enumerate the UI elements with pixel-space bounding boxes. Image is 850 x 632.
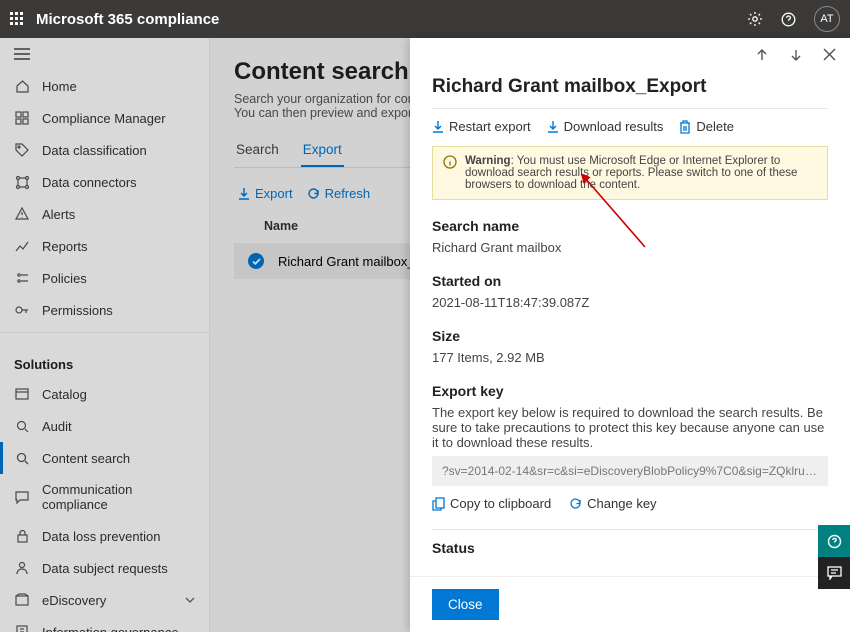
download-icon xyxy=(432,120,444,133)
sidebar-item-dlp[interactable]: Data loss prevention xyxy=(0,520,209,552)
chevron-down-icon xyxy=(185,597,195,603)
catalog-icon xyxy=(14,386,30,402)
export-button[interactable]: Export xyxy=(238,186,293,201)
status-label: Status xyxy=(432,540,828,556)
sidebar-item-home[interactable]: Home xyxy=(0,70,209,102)
change-key-button[interactable]: Change key xyxy=(569,496,656,511)
chat-icon xyxy=(14,489,30,505)
delete-button[interactable]: Delete xyxy=(679,119,734,134)
download-results-button[interactable]: Download results xyxy=(547,119,664,134)
panel-down-icon[interactable] xyxy=(789,48,803,62)
help-bubble-button[interactable] xyxy=(818,525,850,557)
restart-export-button[interactable]: Restart export xyxy=(432,119,531,134)
alert-icon xyxy=(14,206,30,222)
details-panel: Richard Grant mailbox_Export Restart exp… xyxy=(410,38,850,632)
audit-icon xyxy=(14,418,30,434)
download-icon xyxy=(547,120,559,133)
sidebar-item-audit[interactable]: Audit xyxy=(0,410,209,442)
home-icon xyxy=(14,78,30,94)
connector-icon xyxy=(14,174,30,190)
tag-icon xyxy=(14,142,30,158)
sidebar-item-infogov[interactable]: Information governance xyxy=(0,616,209,632)
copy-icon xyxy=(432,497,445,511)
sidebar-item-compliance[interactable]: Compliance Manager xyxy=(0,102,209,134)
warning-banner: Warning: You must use Microsoft Edge or … xyxy=(432,146,828,200)
sidebar-item-label: Data loss prevention xyxy=(42,529,161,544)
copy-clipboard-button[interactable]: Copy to clipboard xyxy=(432,496,551,511)
sidebar-item-label: Data connectors xyxy=(42,175,137,190)
panel-up-icon[interactable] xyxy=(755,48,769,62)
reports-icon xyxy=(14,238,30,254)
tab-export[interactable]: Export xyxy=(301,134,344,167)
app-launcher-icon[interactable] xyxy=(10,12,24,26)
sidebar-item-dataclass[interactable]: Data classification xyxy=(0,134,209,166)
sidebar-item-label: Content search xyxy=(42,451,130,466)
help-icon[interactable] xyxy=(781,12,796,27)
info-icon xyxy=(443,155,457,191)
export-label: Export xyxy=(255,186,293,201)
permissions-icon xyxy=(14,302,30,318)
sidebar-item-label: Reports xyxy=(42,239,88,254)
sidebar-item-label: Audit xyxy=(42,419,72,434)
sidebar-item-commcompliance[interactable]: Communication compliance xyxy=(0,474,209,520)
refresh-icon xyxy=(569,497,582,510)
avatar[interactable]: AT xyxy=(814,6,840,32)
sidebar-item-label: Communication compliance xyxy=(42,482,195,512)
sidebar-item-label: Data subject requests xyxy=(42,561,168,576)
sidebar-item-label: Permissions xyxy=(42,303,113,318)
brand-title: Microsoft 365 compliance xyxy=(36,11,219,28)
refresh-button[interactable]: Refresh xyxy=(307,186,371,201)
warning-label: Warning xyxy=(465,155,511,167)
sidebar-item-label: Catalog xyxy=(42,387,87,402)
gear-icon[interactable] xyxy=(747,11,763,27)
sidebar-item-alerts[interactable]: Alerts xyxy=(0,198,209,230)
tab-search[interactable]: Search xyxy=(234,134,281,167)
sidebar-item-label: Information governance xyxy=(42,625,179,632)
lock-icon xyxy=(14,528,30,544)
policies-icon xyxy=(14,270,30,286)
top-bar: Microsoft 365 compliance AT xyxy=(0,0,850,38)
export-key-value[interactable]: ?sv=2014-02-14&sr=c&si=eDiscoveryBlobPol… xyxy=(432,456,828,486)
search-icon xyxy=(14,450,30,466)
sidebar-item-label: Policies xyxy=(42,271,87,286)
warning-text: : You must use Microsoft Edge or Interne… xyxy=(465,155,797,191)
sidebar-item-policies[interactable]: Policies xyxy=(0,262,209,294)
started-on-label: Started on xyxy=(432,273,828,289)
sidebar-item-label: eDiscovery xyxy=(42,593,106,608)
sidebar-item-catalog[interactable]: Catalog xyxy=(0,378,209,410)
sidebar-item-dsr[interactable]: Data subject requests xyxy=(0,552,209,584)
close-icon[interactable] xyxy=(823,48,836,62)
close-button[interactable]: Close xyxy=(432,589,499,620)
search-name-label: Search name xyxy=(432,218,828,234)
sidebar-item-ediscovery[interactable]: eDiscovery xyxy=(0,584,209,616)
sidebar-item-label: Home xyxy=(42,79,77,94)
sidebar: Home Compliance Manager Data classificat… xyxy=(0,38,210,632)
check-icon xyxy=(248,253,264,269)
size-value: 177 Items, 2.92 MB xyxy=(432,350,828,365)
tile-icon xyxy=(14,110,30,126)
started-on-value: 2021-08-11T18:47:39.087Z xyxy=(432,295,828,310)
sidebar-item-label: Compliance Manager xyxy=(42,111,166,126)
trash-icon xyxy=(679,120,691,134)
size-label: Size xyxy=(432,328,828,344)
refresh-label: Refresh xyxy=(325,186,371,201)
hamburger-icon[interactable] xyxy=(0,38,209,70)
sidebar-item-label: Data classification xyxy=(42,143,147,158)
sidebar-item-connectors[interactable]: Data connectors xyxy=(0,166,209,198)
sidebar-section-solutions: Solutions xyxy=(0,339,209,378)
ediscovery-icon xyxy=(14,592,30,608)
person-icon xyxy=(14,560,30,576)
sidebar-item-reports[interactable]: Reports xyxy=(0,230,209,262)
sidebar-item-label: Alerts xyxy=(42,207,75,222)
sidebar-item-permissions[interactable]: Permissions xyxy=(0,294,209,326)
feedback-button[interactable] xyxy=(818,557,850,589)
panel-title: Richard Grant mailbox_Export xyxy=(432,76,828,98)
infogov-icon xyxy=(14,624,30,632)
export-key-label: Export key xyxy=(432,383,828,399)
search-name-value: Richard Grant mailbox xyxy=(432,240,828,255)
sidebar-item-contentsearch[interactable]: Content search xyxy=(0,442,209,474)
export-key-desc: The export key below is required to down… xyxy=(432,405,828,450)
